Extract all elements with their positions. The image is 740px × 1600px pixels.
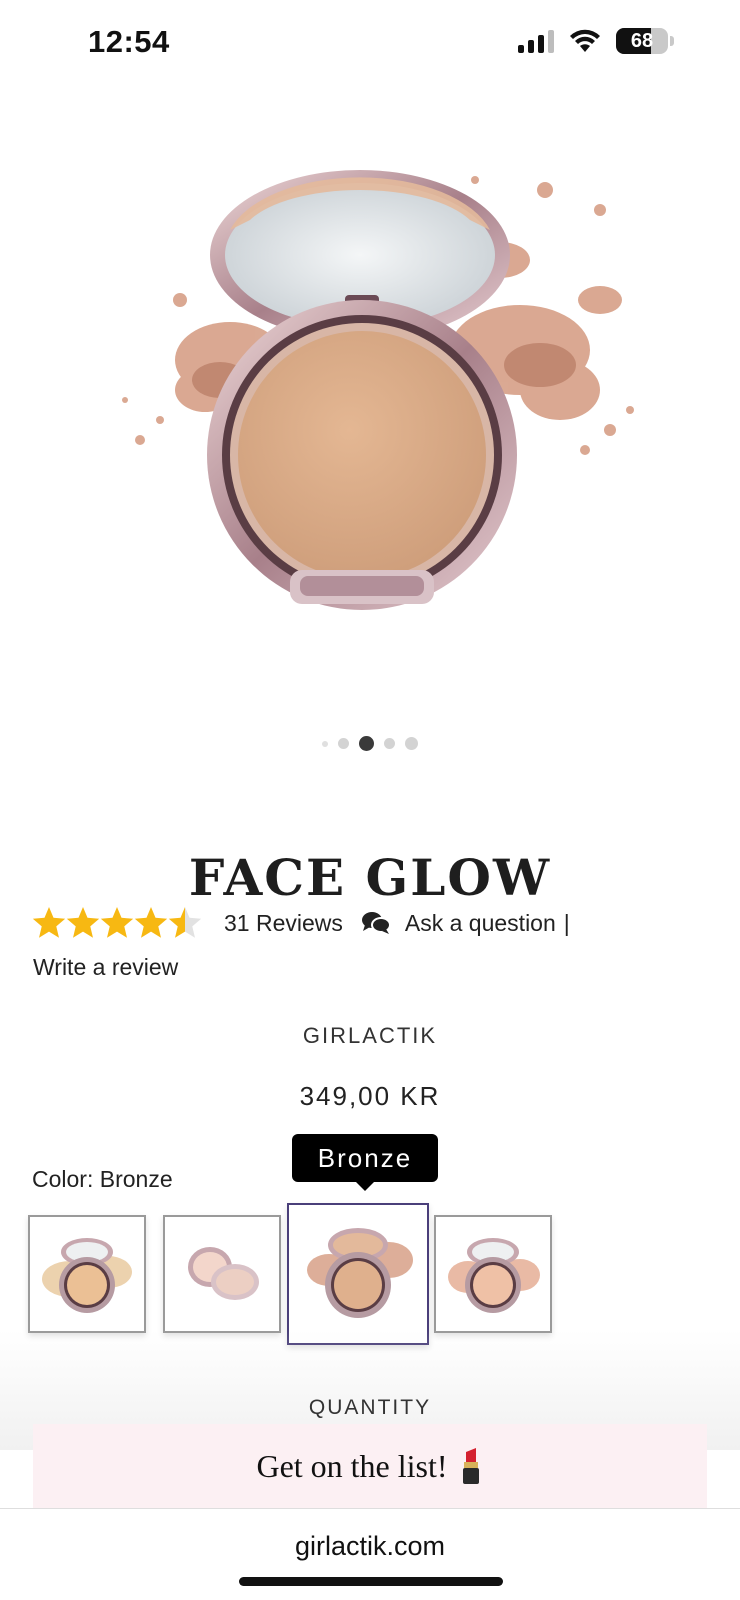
star-icon	[168, 907, 202, 938]
status-time: 12:54	[88, 24, 170, 59]
carousel-dots[interactable]	[0, 736, 740, 751]
link-separator: |	[563, 909, 570, 936]
url-text: girlactik.com	[294, 1531, 446, 1561]
product-price: 349,00 KR	[299, 1081, 441, 1111]
compact-thumbnail-icon	[448, 1238, 540, 1313]
star-icons	[32, 907, 202, 938]
color-label: Color: Bronze	[32, 1166, 173, 1192]
color-swatch-3[interactable]	[287, 1203, 429, 1345]
newsletter-signup-bar[interactable]: Get on the list!	[33, 1424, 707, 1508]
status-icons: 68	[518, 28, 674, 54]
browser-url-bar[interactable]: girlactik.com	[0, 1508, 740, 1600]
compact-thumbnail-icon	[188, 1247, 259, 1300]
quantity-label: QUANTITY	[308, 1396, 432, 1419]
carousel-dot[interactable]	[338, 738, 349, 749]
lipstick-icon	[462, 1448, 479, 1484]
star-icon	[66, 907, 100, 938]
compact-powder-icon	[122, 170, 634, 610]
brand-name[interactable]: GIRLACTIK	[0, 1023, 740, 1049]
carousel-dot[interactable]	[384, 738, 395, 749]
tooltip-arrow	[355, 1181, 375, 1191]
status-bar: 12:54 68	[0, 0, 740, 88]
star-icon	[134, 907, 168, 938]
star-icon	[32, 907, 66, 938]
color-swatch-4[interactable]	[434, 1215, 552, 1333]
home-indicator[interactable]	[239, 1577, 503, 1586]
chat-bubbles-icon	[361, 912, 391, 934]
carousel-dot[interactable]	[405, 737, 418, 750]
reviews-link[interactable]: 31 Reviews	[224, 910, 343, 937]
battery-icon: 68	[616, 28, 668, 54]
signup-text: Get on the list!	[256, 1447, 448, 1484]
carousel-dot[interactable]	[359, 736, 374, 751]
color-swatches	[28, 1203, 728, 1345]
write-review-link[interactable]: Write a review	[33, 954, 178, 981]
rating-row: 31 Reviews Ask a question |	[32, 905, 570, 941]
star-rating[interactable]	[32, 905, 202, 941]
signal-icon	[518, 29, 554, 53]
carousel-dot[interactable]	[322, 740, 328, 747]
ask-question-link[interactable]: Ask a question	[405, 910, 556, 937]
wifi-icon	[570, 29, 600, 52]
swatch-tooltip: Bronze	[292, 1134, 438, 1182]
star-icon	[100, 907, 134, 938]
compact-thumbnail-icon	[42, 1238, 132, 1313]
product-image[interactable]	[0, 150, 740, 650]
color-swatch-2[interactable]	[163, 1215, 281, 1333]
product-title: FACE GLOW	[188, 848, 552, 907]
color-swatch-1[interactable]	[28, 1215, 146, 1333]
compact-thumbnail-icon	[307, 1228, 413, 1318]
battery-level: 68	[630, 30, 654, 52]
